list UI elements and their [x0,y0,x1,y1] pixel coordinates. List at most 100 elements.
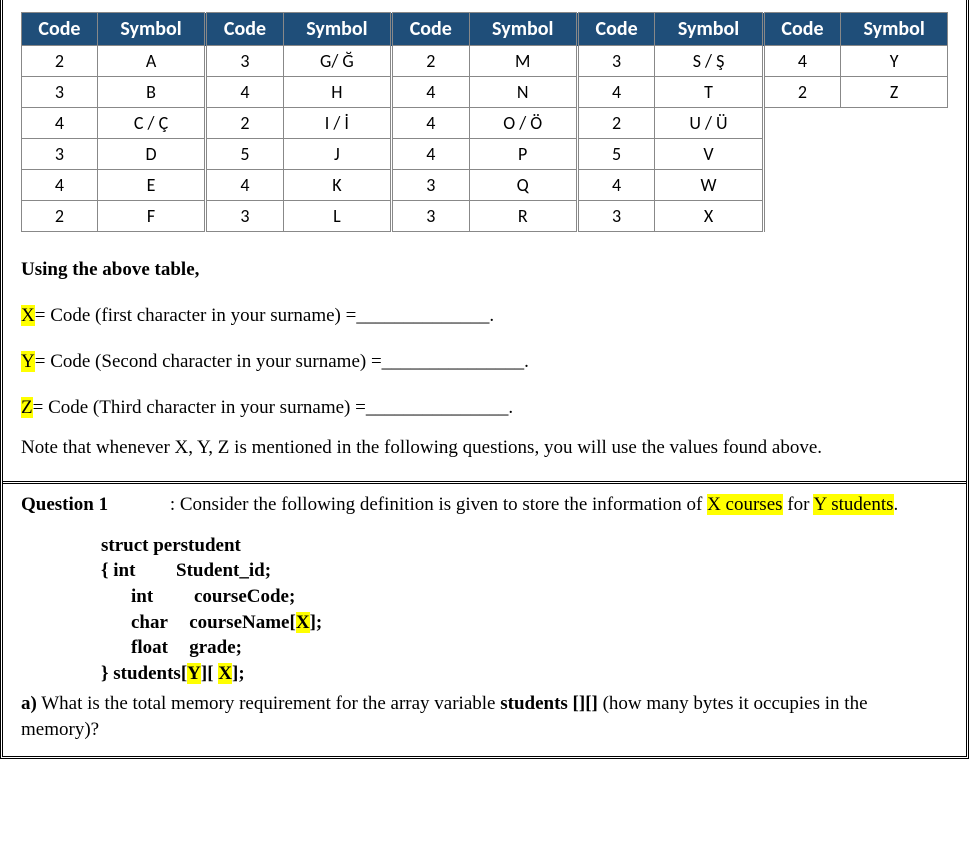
table-cell: 4 [22,170,98,201]
table-cell [841,170,948,201]
table-cell: 5 [206,139,283,170]
table-cell [841,201,948,232]
table-row: 2A3G/ Ğ2M3S / Ş4Y [22,46,948,77]
table-cell: 3 [392,201,469,232]
table-cell [841,108,948,139]
header-cell: Code [392,13,469,46]
code-symbol-table: Code Symbol Code Symbol Code Symbol Code… [21,12,948,232]
table-cell: 4 [763,46,840,77]
table-cell: 4 [206,77,283,108]
table-cell: D [97,139,205,170]
hl-y: Y [187,663,201,684]
x-definition: X= Code (first character in your surname… [21,298,948,334]
question-title: Question 1 [21,494,108,515]
hl-x: X [218,663,232,684]
table-cell: Q [469,170,577,201]
table-cell: 4 [206,170,283,201]
code-mid: ][ [201,663,218,684]
table-cell [841,139,948,170]
code-line: char courseName[X]; [101,610,948,636]
table-cell: 2 [763,77,840,108]
code-field: Student_id; [176,560,271,581]
part-a-bold: students [][] [500,693,598,714]
table-cell: P [469,139,577,170]
table-cell: N [469,77,577,108]
question-intro: Question 1 : Consider the following defi… [21,492,948,519]
table-cell: 4 [392,108,469,139]
header-cell: Symbol [97,13,205,46]
code-line-struct: struct perstudent [101,533,948,559]
header-cell: Symbol [655,13,763,46]
struct-code-block: struct perstudent { int Student_id; int … [101,533,948,687]
table-cell: O / Ö [469,108,577,139]
table-cell: Z [841,77,948,108]
code-type: float [131,635,175,661]
table-cell: R [469,201,577,232]
table-row: 3D5J4P5V [22,139,948,170]
table-cell: 4 [577,170,654,201]
hl-x-courses: X courses [707,494,782,515]
table-cell: K [283,170,391,201]
table-cell: 3 [22,77,98,108]
code-type: int [131,584,175,610]
table-cell: 4 [392,139,469,170]
table-cell: 2 [206,108,283,139]
table-cell: 3 [392,170,469,201]
y-definition: Y= Code (Second character in your surnam… [21,344,948,380]
table-row: 4C / Ç2I / İ4O / Ö2U / Ü [22,108,948,139]
code-close: } students[ [101,663,187,684]
header-cell: Symbol [841,13,948,46]
table-cell: 4 [392,77,469,108]
question-middle: for [783,494,814,515]
code-close-after: ]; [232,663,245,684]
code-field-after: ]; [310,612,323,633]
part-a-text: What is the total memory requirement for… [37,693,500,714]
z-label: Z [21,397,33,418]
table-cell: 3 [206,46,283,77]
z-text: = Code (Third character in your surname)… [33,397,513,418]
code-field: courseCode; [194,586,295,607]
header-cell: Symbol [469,13,577,46]
table-row: 2F3L3R3X [22,201,948,232]
table-cell: I / İ [283,108,391,139]
table-cell: H [283,77,391,108]
y-label: Y [21,351,35,372]
table-cell: L [283,201,391,232]
code-line-close: } students[Y][ X]; [101,661,948,687]
x-text: = Code (first character in your surname)… [35,305,494,326]
x-label: X [21,305,35,326]
code-type: { int [101,558,157,584]
code-line: int courseCode; [101,584,948,610]
table-cell [763,170,840,201]
question-section: Question 1 : Consider the following defi… [3,484,966,756]
table-cell [763,108,840,139]
z-definition: Z= Code (Third character in your surname… [21,390,948,426]
table-cell [763,139,840,170]
table-cell: W [655,170,763,201]
code-type: char [131,610,175,636]
table-cell: J [283,139,391,170]
table-cell: 5 [577,139,654,170]
hl-y-students: Y students [813,494,893,515]
hl-x: X [296,612,310,633]
y-text: = Code (Second character in your surname… [35,351,529,372]
table-cell: 3 [577,46,654,77]
table-cell: C / Ç [97,108,205,139]
table-cell: M [469,46,577,77]
part-a-label: a) [21,693,37,714]
table-cell: U / Ü [655,108,763,139]
table-cell: 3 [577,201,654,232]
table-cell: E [97,170,205,201]
table-cell: B [97,77,205,108]
table-cell: 2 [577,108,654,139]
table-cell: Y [841,46,948,77]
table-cell: X [655,201,763,232]
part-a: a) What is the total memory requirement … [21,691,948,744]
table-header-row: Code Symbol Code Symbol Code Symbol Code… [22,13,948,46]
table-cell: A [97,46,205,77]
table-row: 4E4K3Q4W [22,170,948,201]
header-cell: Code [22,13,98,46]
document-page: Code Symbol Code Symbol Code Symbol Code… [0,0,969,759]
table-cell: 3 [206,201,283,232]
table-cell: G/ Ğ [283,46,391,77]
